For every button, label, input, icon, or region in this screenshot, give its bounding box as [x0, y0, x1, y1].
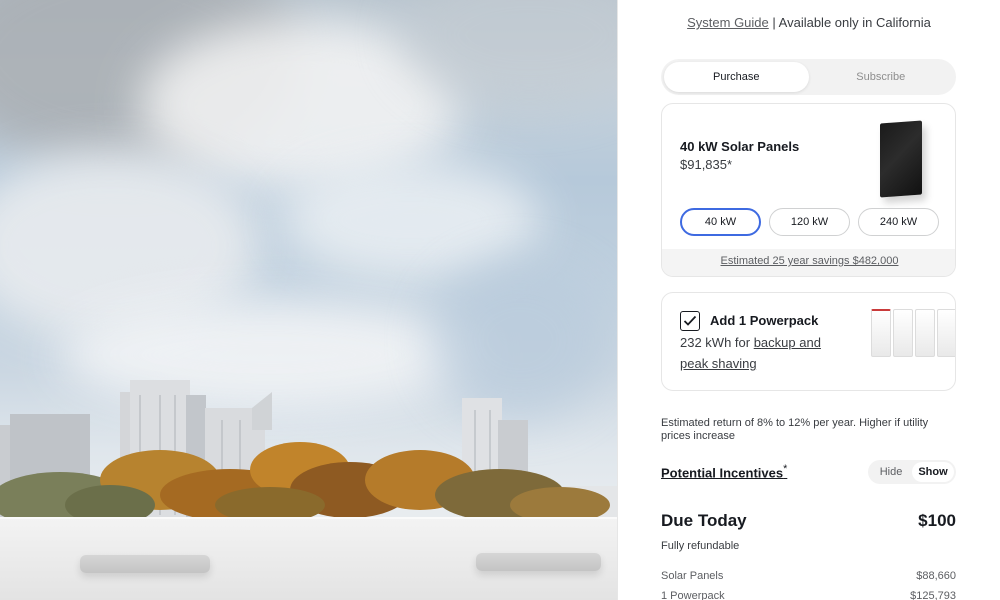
- toggle-show[interactable]: Show: [912, 462, 954, 482]
- savings-bar: Estimated 25 year savings $482,000: [662, 249, 955, 276]
- line-item-value: $88,660: [916, 570, 956, 582]
- purchase-type-tabs: Purchase Subscribe: [661, 59, 956, 95]
- solar-price: $91,835*: [680, 157, 733, 172]
- configurator-panel: System Guide | Available only in Califor…: [618, 0, 1000, 600]
- system-guide-link[interactable]: System Guide: [687, 15, 769, 30]
- incentives-asterisk: *: [783, 463, 788, 475]
- tab-subscribe[interactable]: Subscribe: [809, 62, 954, 92]
- due-today-label: Due Today: [661, 511, 747, 530]
- availability-text: | Available only in California: [768, 15, 931, 30]
- size-options: 40 kW 120 kW 240 kW: [680, 208, 939, 236]
- return-note: Estimated return of 8% to 12% per year. …: [661, 417, 929, 442]
- incentives-toggle: Hide Show: [868, 460, 956, 484]
- powerpack-capacity: 232 kWh for: [680, 335, 754, 350]
- hero-image: [0, 0, 617, 600]
- solar-panels-card: 40 kW Solar Panels $91,835* 40 kW 120 kW…: [661, 103, 956, 277]
- skylight: [80, 555, 210, 573]
- size-option-40kw[interactable]: 40 kW: [680, 208, 761, 236]
- line-item: Solar Panels $88,660: [661, 570, 956, 582]
- powerpack-unit: [915, 309, 935, 357]
- solar-title: 40 kW Solar Panels: [680, 139, 800, 154]
- tab-purchase[interactable]: Purchase: [664, 62, 809, 92]
- skylight: [476, 553, 601, 571]
- guide-line: System Guide | Available only in Califor…: [618, 15, 1000, 30]
- line-item-value: $125,793: [910, 590, 956, 600]
- line-item: 1 Powerpack $125,793: [661, 590, 956, 600]
- powerpack-checkbox[interactable]: [680, 311, 700, 331]
- powerpack-unit: [871, 309, 891, 357]
- powerpack-unit: [937, 309, 955, 357]
- toggle-hide[interactable]: Hide: [870, 462, 912, 482]
- powerpack-card: Add 1 Powerpack 232 kWh for backup and p…: [661, 292, 956, 391]
- line-item-label: Solar Panels: [661, 570, 724, 582]
- incentives-label: Potential Incentives: [661, 465, 784, 481]
- powerpack-description: 232 kWh for backup and peak shaving: [680, 332, 850, 374]
- potential-incentives-link[interactable]: Potential Incentives*: [661, 463, 787, 480]
- powerpack-title: Add 1 Powerpack: [710, 313, 819, 328]
- solar-panel-image: [880, 120, 922, 198]
- refund-note: Fully refundable: [661, 540, 740, 552]
- powerpack-unit: [893, 309, 913, 357]
- line-item-label: 1 Powerpack: [661, 590, 725, 600]
- due-today-amount: $100: [918, 511, 956, 530]
- savings-link[interactable]: Estimated 25 year savings $482,000: [721, 255, 899, 267]
- check-icon: [683, 315, 697, 326]
- powerpack-image: [869, 309, 955, 361]
- size-option-240kw[interactable]: 240 kW: [858, 208, 939, 236]
- size-option-120kw[interactable]: 120 kW: [769, 208, 850, 236]
- city-skyline: [0, 380, 617, 528]
